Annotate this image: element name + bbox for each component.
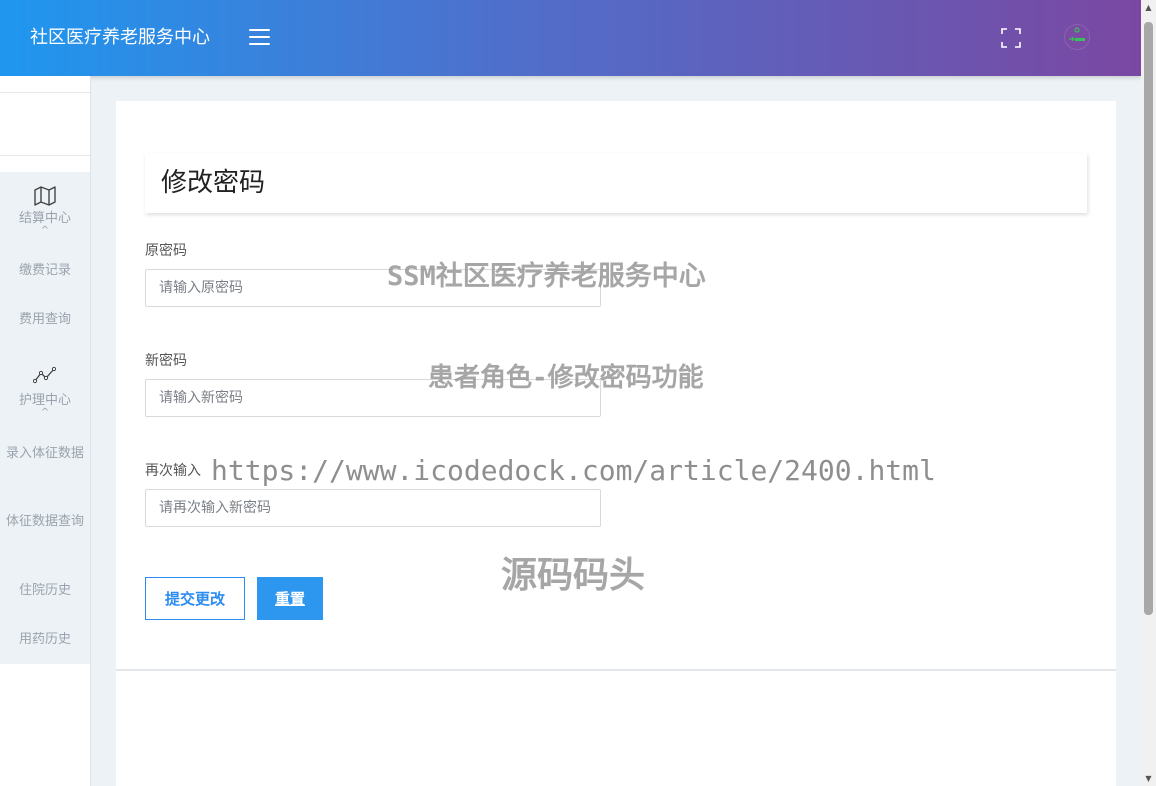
submit-button[interactable]: 提交更改 (145, 577, 245, 620)
sidebar-item-vitals-entry[interactable]: 录入体征数据 (4, 444, 86, 464)
scroll-up-arrow-icon[interactable]: ▲ (1141, 0, 1156, 15)
map-icon (34, 186, 56, 206)
new-password-input[interactable] (145, 379, 601, 417)
scrollbar-thumb[interactable] (1144, 22, 1153, 615)
page-scrollbar[interactable]: ▲ ▼ (1141, 0, 1156, 786)
old-password-label: 原密码 (145, 243, 187, 259)
trend-line-icon (33, 366, 57, 384)
sidebar: 结算中心 ^ 缴费记录 费用查询 护理中心 ^ 录入体征数据 体征数据查询 住院… (0, 76, 91, 786)
hamburger-menu-icon[interactable] (249, 29, 270, 47)
sidebar-group-nursing[interactable]: 护理中心 ^ (0, 366, 90, 418)
sidebar-item-hospital-history[interactable]: 住院历史 (4, 581, 86, 601)
sidebar-group-settlement[interactable]: 结算中心 ^ (0, 186, 90, 236)
new-password-label: 新密码 (145, 353, 187, 369)
user-avatar-icon[interactable] (1064, 24, 1090, 50)
brand-title: 社区医疗养老服务中心 (30, 27, 210, 48)
sidebar-menu: 结算中心 ^ 缴费记录 费用查询 护理中心 ^ 录入体征数据 体征数据查询 住院… (0, 172, 90, 664)
fullscreen-icon[interactable] (1001, 28, 1021, 48)
sidebar-item-medication-history[interactable]: 用药历史 (4, 630, 86, 650)
scroll-down-arrow-icon[interactable]: ▼ (1141, 771, 1156, 786)
sidebar-item-vitals-query[interactable]: 体征数据查询 (4, 512, 86, 532)
page-title-box: 修改密码 (145, 153, 1087, 213)
reset-button[interactable]: 重置 (257, 577, 323, 620)
sidebar-item-payment-records[interactable]: 缴费记录 (4, 261, 86, 281)
main-card: 修改密码 原密码 新密码 再次输入 提交更改 重置 (116, 101, 1116, 786)
sidebar-logo-area (0, 92, 90, 156)
confirm-password-input[interactable] (145, 489, 601, 527)
old-password-input[interactable] (145, 269, 601, 307)
page-title: 修改密码 (161, 168, 266, 198)
chevron-up-icon: ^ (40, 407, 50, 418)
chevron-up-icon: ^ (40, 225, 50, 236)
sidebar-item-fee-query[interactable]: 费用查询 (4, 310, 86, 330)
top-header: 社区医疗养老服务中心 (0, 0, 1141, 76)
divider (116, 669, 1116, 671)
confirm-password-label: 再次输入 (145, 463, 201, 479)
